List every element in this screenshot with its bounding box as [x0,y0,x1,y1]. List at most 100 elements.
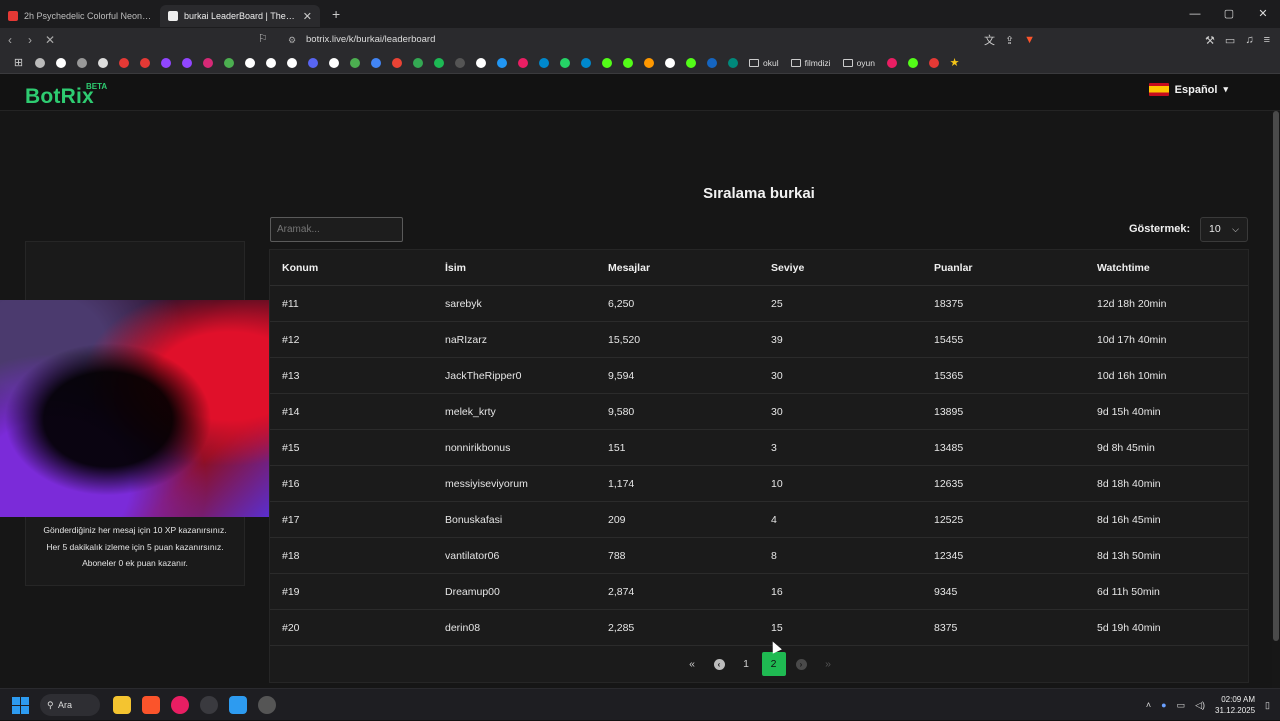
translate-icon[interactable]: 文 [984,32,995,48]
bookmark-icon[interactable] [554,52,575,74]
close-tab-icon[interactable]: ✕ [303,10,312,23]
bookmark-icon[interactable] [260,52,281,74]
bookmark-icon[interactable]: ⚐ [258,32,268,45]
column-header-position[interactable]: Konum [270,262,433,274]
apps-icon[interactable]: ⊞ [8,52,29,74]
bookmark-icon[interactable] [923,52,944,74]
bookmark-icon[interactable] [449,52,470,74]
last-page-button[interactable]: » [815,652,842,676]
sidebar-icon[interactable]: ▭ [1225,34,1235,47]
ad-artwork-image[interactable] [0,300,270,517]
bookmark-icon[interactable] [596,52,617,74]
first-page-button[interactable]: « [679,652,706,676]
close-window-button[interactable]: ✕ [1246,0,1280,28]
media-player-icon[interactable] [171,696,189,714]
bookmark-icon[interactable] [113,52,134,74]
bookmark-icon[interactable] [386,52,407,74]
notification-icon[interactable]: ▯ [1265,700,1270,711]
bookmark-icon[interactable] [302,52,323,74]
bookmark-icon[interactable] [533,52,554,74]
bookmark-icon[interactable] [197,52,218,74]
bookmark-icon[interactable] [512,52,533,74]
column-header-level[interactable]: Seviye [759,262,922,274]
taskbar-search[interactable]: ⚲ Ara [40,694,100,716]
settings-icon[interactable] [258,696,276,714]
maximize-button[interactable]: ▢ [1212,0,1246,28]
brave-browser-icon[interactable] [142,696,160,714]
prev-page-button[interactable]: ‹ [706,652,733,676]
forward-button[interactable]: › [20,33,40,47]
bookmark-icon[interactable] [239,52,260,74]
bookmark-icon[interactable] [176,52,197,74]
search-app-icon[interactable] [200,696,218,714]
url-field[interactable]: ⚙ botrix.live/k/burkai/leaderboard [278,30,998,50]
column-header-name[interactable]: İsim [433,262,596,274]
clock[interactable]: 02:09 AM 31.12.2025 [1215,694,1255,716]
microphone-icon[interactable]: ● [1161,700,1166,710]
bookmark-icon[interactable] [680,52,701,74]
bookmark-icon[interactable] [428,52,449,74]
cell-points: 13485 [934,441,964,454]
back-button[interactable]: ‹ [0,33,20,47]
page-1-button[interactable]: 1 [733,652,760,676]
bookmark-icon[interactable] [575,52,596,74]
tab-leaderboard[interactable]: burkai LeaderBoard | The best C ✕ [160,5,320,27]
bookmark-icon[interactable] [617,52,638,74]
bookmark-icon[interactable] [881,52,902,74]
page-2-button[interactable]: 2 [761,652,786,676]
media-icon[interactable]: ♫ [1245,34,1253,46]
bookmark-icon[interactable] [470,52,491,74]
bookmark-folder-okul[interactable]: okul [743,58,785,68]
network-icon[interactable]: ▭ [1177,700,1186,711]
bookmark-icon[interactable] [218,52,239,74]
bookmark-folder-oyun[interactable]: oyun [837,58,881,68]
column-header-points[interactable]: Puanlar [922,262,1085,274]
points-info: Gönderdiğiniz her mesaj için 10 XP kazan… [25,522,245,572]
bookmark-icon[interactable] [722,52,743,74]
menu-icon[interactable]: ≡ [1264,34,1270,46]
bookmark-icon[interactable] [638,52,659,74]
minimize-button[interactable]: — [1178,0,1212,28]
bookmark-icon[interactable] [155,52,176,74]
cell-name: naRIzarz [445,333,488,346]
bookmark-icon[interactable] [659,52,680,74]
shields-icon[interactable]: ▼ [1024,34,1035,46]
bookmark-icon[interactable] [50,52,71,74]
column-header-messages[interactable]: Mesajlar [596,262,759,274]
bookmark-icon[interactable] [407,52,428,74]
page-size-select[interactable]: 10 ⌵ [1200,217,1248,242]
page-scrollbar[interactable] [1272,111,1280,688]
language-selector[interactable]: Español ▾ [1148,83,1228,96]
bookmark-icon[interactable] [365,52,386,74]
scrollbar-thumb[interactable] [1273,111,1279,641]
star-icon[interactable]: ★ [944,52,965,74]
bookmark-icon[interactable] [92,52,113,74]
next-page-button[interactable]: › [788,652,815,676]
new-tab-button[interactable]: + [332,6,340,22]
bookmark-icon[interactable] [29,52,50,74]
windows-start-icon[interactable] [12,697,29,714]
file-explorer-icon[interactable] [113,696,131,714]
chevron-up-icon[interactable]: ˄ [1146,700,1151,710]
bookmark-icon[interactable] [701,52,722,74]
bookmark-folder-filmdizi[interactable]: filmdizi [785,58,837,68]
bookmark-icon[interactable] [344,52,365,74]
cell-messages: 2,874 [608,585,635,598]
cell-points: 15365 [934,369,964,382]
site-info-icon[interactable]: ⚙ [288,30,296,50]
photos-icon[interactable] [229,696,247,714]
search-input[interactable] [270,217,403,242]
column-header-watchtime[interactable]: Watchtime [1085,262,1248,274]
bookmark-icon[interactable] [491,52,512,74]
stop-button[interactable]: ✕ [40,33,60,47]
botrix-logo[interactable]: BotRix [25,85,94,109]
bookmark-icon[interactable] [281,52,302,74]
extensions-icon[interactable]: ⚒ [1205,34,1215,47]
bookmark-icon[interactable] [902,52,923,74]
volume-icon[interactable]: ◁) [1195,700,1205,711]
share-icon[interactable]: ⇪ [1005,34,1014,47]
bookmark-icon[interactable] [134,52,155,74]
bookmark-icon[interactable] [323,52,344,74]
tab-youtube[interactable]: 2h Psychedelic Colorful Neon Backgr [0,5,160,27]
bookmark-icon[interactable] [71,52,92,74]
